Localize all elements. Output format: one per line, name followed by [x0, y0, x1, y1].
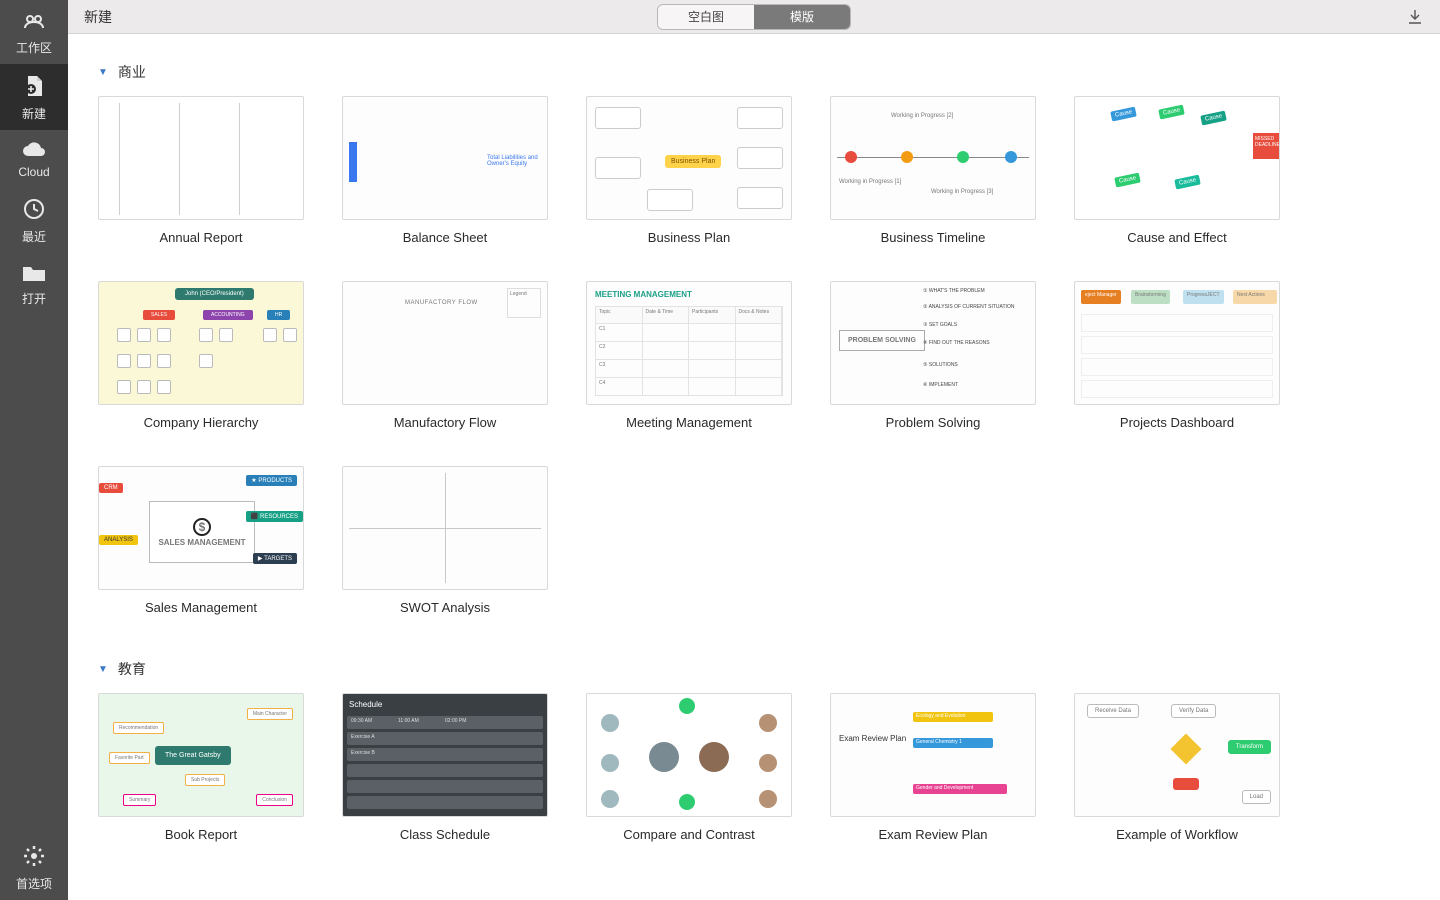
template-card[interactable]: $SALES MANAGEMENT ★ PRODUCTS ⬛ RESOURCES… — [98, 466, 304, 615]
template-caption: Cause and Effect — [1074, 230, 1280, 245]
template-card[interactable]: Annual Report — [98, 96, 304, 245]
section-title: 教育 — [118, 659, 146, 679]
template-caption: Balance Sheet — [342, 230, 548, 245]
template-card[interactable]: Compare and Contrast — [586, 693, 792, 842]
section-header-education[interactable]: ▼ 教育 — [98, 659, 1440, 679]
template-card[interactable]: Legend Manufactory Flow — [342, 281, 548, 430]
cloud-icon — [21, 140, 47, 161]
template-card[interactable]: Business Plan — [586, 96, 792, 245]
sidebar-item-recent[interactable]: 最近 — [0, 187, 68, 253]
page-title: 新建 — [68, 7, 112, 27]
template-caption: Problem Solving — [830, 415, 1036, 430]
template-caption: Sales Management — [98, 600, 304, 615]
sidebar-label: 首选项 — [16, 875, 52, 892]
sidebar-item-cloud[interactable]: Cloud — [0, 130, 68, 187]
template-thumb — [586, 693, 792, 817]
sidebar: 工作区 新建 Cloud 最近 打开 首选项 — [0, 0, 68, 900]
template-card[interactable]: Receive Data Verify Data Transform Load … — [1074, 693, 1280, 842]
new-file-icon — [22, 74, 46, 101]
template-caption: Projects Dashboard — [1074, 415, 1280, 430]
folder-icon — [21, 263, 47, 286]
sidebar-item-prefs[interactable]: 首选项 — [0, 834, 68, 900]
download-icon[interactable] — [1406, 8, 1424, 31]
template-caption: Annual Report — [98, 230, 304, 245]
template-card[interactable]: The Great Gatsby Recommendation Main Cha… — [98, 693, 304, 842]
template-caption: Company Hierarchy — [98, 415, 304, 430]
template-thumb — [342, 96, 548, 220]
content-area: ▼ 商业 Annual Report Balance Sheet Busines… — [68, 34, 1440, 900]
template-thumb: Legend — [342, 281, 548, 405]
template-caption: Business Plan — [586, 230, 792, 245]
template-thumb: Schedule 09:30 AM11:00 AM02:00 PM Exerci… — [342, 693, 548, 817]
template-grid-business: Annual Report Balance Sheet Business Pla… — [98, 96, 1440, 651]
template-thumb: Working in Progress [2] Working in Progr… — [830, 96, 1036, 220]
tab-templates[interactable]: 模版 — [754, 5, 850, 29]
template-caption: Exam Review Plan — [830, 827, 1036, 842]
template-card[interactable]: PROBLEM SOLVING ① WHAT'S THE PROBLEM ② A… — [830, 281, 1036, 430]
template-thumb — [98, 96, 304, 220]
template-caption: Compare and Contrast — [586, 827, 792, 842]
template-caption: Class Schedule — [342, 827, 548, 842]
disclosure-triangle-icon: ▼ — [98, 664, 108, 675]
template-card[interactable]: Cause Cause Cause Cause Cause MISSED DEA… — [1074, 96, 1280, 245]
sidebar-label: 最近 — [22, 228, 46, 245]
template-caption: Manufactory Flow — [342, 415, 548, 430]
sidebar-label: 打开 — [22, 290, 46, 307]
workspace-icon — [21, 10, 47, 35]
template-card[interactable]: MEETING MANAGEMENT TopicDate & TimeParti… — [586, 281, 792, 430]
template-card[interactable]: Exam Review Plan Ecology and Evolution G… — [830, 693, 1036, 842]
tab-blank[interactable]: 空白图 — [658, 5, 754, 29]
template-thumb: eject Manager Brainstorming ProgressJECT… — [1074, 281, 1280, 405]
clock-icon — [22, 197, 46, 224]
sidebar-label: 工作区 — [16, 39, 52, 56]
template-card[interactable]: eject Manager Brainstorming ProgressJECT… — [1074, 281, 1280, 430]
segmented-control: 空白图 模版 — [657, 4, 851, 30]
template-thumb: $SALES MANAGEMENT ★ PRODUCTS ⬛ RESOURCES… — [98, 466, 304, 590]
template-thumb: Cause Cause Cause Cause Cause MISSED DEA… — [1074, 96, 1280, 220]
template-grid-education: The Great Gatsby Recommendation Main Cha… — [98, 693, 1440, 878]
sidebar-item-workspace[interactable]: 工作区 — [0, 0, 68, 64]
template-card[interactable]: John (CEO/President) SALES ACCOUNTING HR… — [98, 281, 304, 430]
template-thumb: The Great Gatsby Recommendation Main Cha… — [98, 693, 304, 817]
template-caption: Book Report — [98, 827, 304, 842]
template-caption: Example of Workflow — [1074, 827, 1280, 842]
template-caption: Meeting Management — [586, 415, 792, 430]
template-card[interactable]: Balance Sheet — [342, 96, 548, 245]
gear-icon — [22, 844, 46, 871]
sidebar-item-open[interactable]: 打开 — [0, 253, 68, 315]
template-caption: Business Timeline — [830, 230, 1036, 245]
template-thumb — [342, 466, 548, 590]
section-header-business[interactable]: ▼ 商业 — [98, 62, 1440, 82]
topbar: 新建 空白图 模版 — [68, 0, 1440, 34]
sidebar-item-new[interactable]: 新建 — [0, 64, 68, 130]
template-thumb: Receive Data Verify Data Transform Load — [1074, 693, 1280, 817]
template-thumb: MEETING MANAGEMENT TopicDate & TimeParti… — [586, 281, 792, 405]
sidebar-label: Cloud — [18, 165, 49, 179]
template-card[interactable]: Schedule 09:30 AM11:00 AM02:00 PM Exerci… — [342, 693, 548, 842]
template-caption: SWOT Analysis — [342, 600, 548, 615]
section-title: 商业 — [118, 62, 146, 82]
template-card[interactable]: Working in Progress [2] Working in Progr… — [830, 96, 1036, 245]
sidebar-label: 新建 — [22, 105, 46, 122]
template-thumb: PROBLEM SOLVING ① WHAT'S THE PROBLEM ② A… — [830, 281, 1036, 405]
disclosure-triangle-icon: ▼ — [98, 67, 108, 78]
template-thumb — [586, 96, 792, 220]
template-card[interactable]: SWOT Analysis — [342, 466, 548, 615]
template-thumb: John (CEO/President) SALES ACCOUNTING HR — [98, 281, 304, 405]
template-thumb: Exam Review Plan Ecology and Evolution G… — [830, 693, 1036, 817]
